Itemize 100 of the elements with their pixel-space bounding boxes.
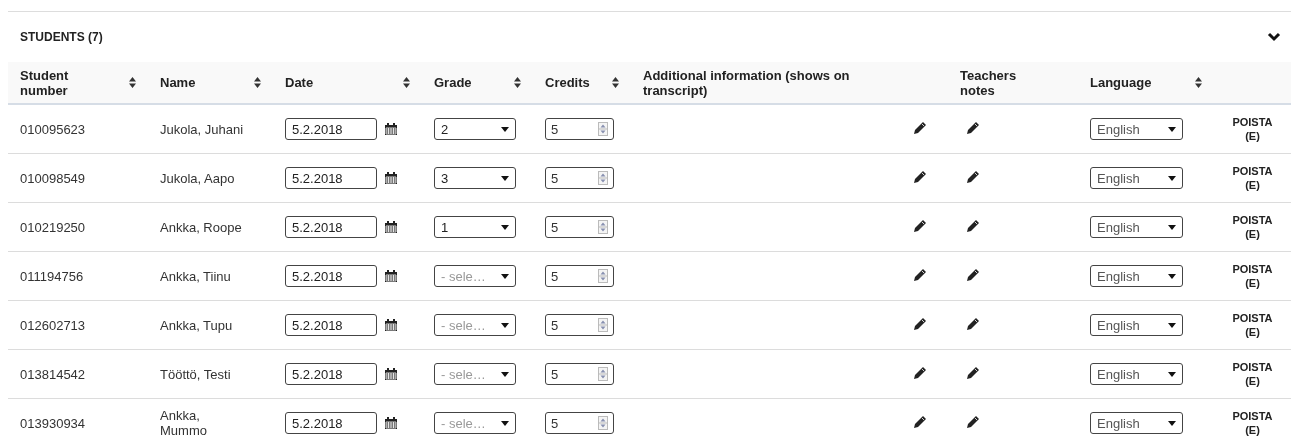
student-name: Jukola, Aapo xyxy=(160,170,235,186)
caret-icon xyxy=(501,175,509,181)
date-field[interactable]: 5.2.2018 xyxy=(285,265,377,287)
spinner-icon[interactable] xyxy=(598,318,608,332)
delete-link[interactable]: POISTA (E) xyxy=(1230,262,1275,290)
calendar-icon[interactable] xyxy=(385,417,397,429)
pencil-icon[interactable] xyxy=(967,121,979,134)
column-header: Name xyxy=(160,75,196,90)
student-number: 011194756 xyxy=(20,268,84,284)
pencil-icon[interactable] xyxy=(914,268,926,281)
delete-link[interactable]: POISTA (E) xyxy=(1230,360,1275,388)
pencil-icon[interactable] xyxy=(967,366,979,379)
student-name: Ankka, Roope xyxy=(160,219,242,235)
calendar-icon[interactable] xyxy=(385,221,397,233)
sort-icon[interactable] xyxy=(514,77,521,88)
language-select[interactable]: English xyxy=(1090,363,1183,385)
credits-field[interactable]: 5 xyxy=(545,314,614,336)
column-header: Grade xyxy=(434,75,472,90)
caret-icon xyxy=(501,371,509,377)
pencil-icon[interactable] xyxy=(967,415,979,428)
grade-select[interactable]: 1 xyxy=(434,216,516,238)
caret-icon xyxy=(501,224,509,230)
date-field[interactable]: 5.2.2018 xyxy=(285,363,377,385)
column-header: Credits xyxy=(545,75,590,90)
caret-icon xyxy=(1168,224,1176,230)
language-select[interactable]: English xyxy=(1090,216,1183,238)
caret-icon xyxy=(501,273,509,279)
credits-field[interactable]: 5 xyxy=(545,167,614,189)
pencil-icon[interactable] xyxy=(914,366,926,379)
spinner-icon[interactable] xyxy=(598,220,608,234)
caret-icon xyxy=(1168,175,1176,181)
column-header: Date xyxy=(285,75,314,90)
spinner-icon[interactable] xyxy=(598,171,608,185)
delete-link[interactable]: POISTA (E) xyxy=(1230,115,1275,143)
spinner-icon[interactable] xyxy=(598,367,608,381)
grade-select[interactable]: 2 xyxy=(434,118,516,140)
delete-link[interactable]: POISTA (E) xyxy=(1230,213,1275,241)
column-header: Teachers notes xyxy=(960,67,1018,98)
student-number: 012602713 xyxy=(20,317,86,333)
date-field[interactable]: 5.2.2018 xyxy=(285,118,377,140)
student-name: Ankka, Tupu xyxy=(160,317,233,333)
date-field[interactable]: 5.2.2018 xyxy=(285,167,377,189)
pencil-icon[interactable] xyxy=(914,121,926,134)
spinner-icon[interactable] xyxy=(598,416,608,430)
date-field[interactable]: 5.2.2018 xyxy=(285,314,377,336)
language-select[interactable]: English xyxy=(1090,412,1183,434)
caret-icon xyxy=(1168,126,1176,132)
pencil-icon[interactable] xyxy=(914,317,926,330)
date-field[interactable]: 5.2.2018 xyxy=(285,412,377,434)
caret-icon xyxy=(1168,322,1176,328)
credits-field[interactable]: 5 xyxy=(545,412,614,434)
language-select[interactable]: English xyxy=(1090,314,1183,336)
chevron-icon[interactable] xyxy=(1267,32,1281,42)
credits-field[interactable]: 5 xyxy=(545,265,614,287)
credits-field[interactable]: 5 xyxy=(545,216,614,238)
student-number: 010098549 xyxy=(20,170,86,186)
sort-icon[interactable] xyxy=(403,77,410,88)
column-header: Student number xyxy=(20,67,70,98)
student-number: 013930934 xyxy=(20,415,86,431)
sort-icon[interactable] xyxy=(1195,77,1202,88)
student-number: 010219250 xyxy=(20,219,86,235)
sort-icon[interactable] xyxy=(612,77,619,88)
caret-icon xyxy=(501,420,509,426)
caret-icon xyxy=(1168,420,1176,426)
student-name: Jukola, Juhani xyxy=(160,121,244,137)
sort-icon[interactable] xyxy=(129,77,136,88)
student-number: 010095623 xyxy=(20,121,86,137)
pencil-icon[interactable] xyxy=(914,415,926,428)
delete-link[interactable]: POISTA (E) xyxy=(1230,409,1275,437)
spinner-icon[interactable] xyxy=(598,269,608,283)
language-select[interactable]: English xyxy=(1090,167,1183,189)
date-field[interactable]: 5.2.2018 xyxy=(285,216,377,238)
student-name: Tööttö, Testi xyxy=(160,366,231,382)
pencil-icon[interactable] xyxy=(967,317,979,330)
delete-link[interactable]: POISTA (E) xyxy=(1230,311,1275,339)
column-header: Additional information (shows on transcript) xyxy=(643,67,851,98)
grade-select[interactable]: 3 xyxy=(434,167,516,189)
language-select[interactable]: English xyxy=(1090,118,1183,140)
pencil-icon[interactable] xyxy=(967,268,979,281)
pencil-icon[interactable] xyxy=(914,219,926,232)
student-name: Ankka, Tiinu xyxy=(160,268,231,284)
calendar-icon[interactable] xyxy=(385,123,397,135)
credits-field[interactable]: 5 xyxy=(545,118,614,140)
calendar-icon[interactable] xyxy=(385,270,397,282)
pencil-icon[interactable] xyxy=(967,219,979,232)
calendar-icon[interactable] xyxy=(385,172,397,184)
calendar-icon[interactable] xyxy=(385,368,397,380)
credits-field[interactable]: 5 xyxy=(545,363,614,385)
sort-icon[interactable] xyxy=(254,77,261,88)
spinner-icon[interactable] xyxy=(598,122,608,136)
delete-link[interactable]: POISTA (E) xyxy=(1230,164,1275,192)
calendar-icon[interactable] xyxy=(385,319,397,331)
caret-icon xyxy=(501,322,509,328)
language-select[interactable]: English xyxy=(1090,265,1183,287)
caret-icon xyxy=(1168,371,1176,377)
pencil-icon[interactable] xyxy=(967,170,979,183)
student-number: 013814542 xyxy=(20,366,86,382)
caret-icon xyxy=(1168,273,1176,279)
student-name: Ankka, Mummo xyxy=(160,408,208,438)
pencil-icon[interactable] xyxy=(914,170,926,183)
